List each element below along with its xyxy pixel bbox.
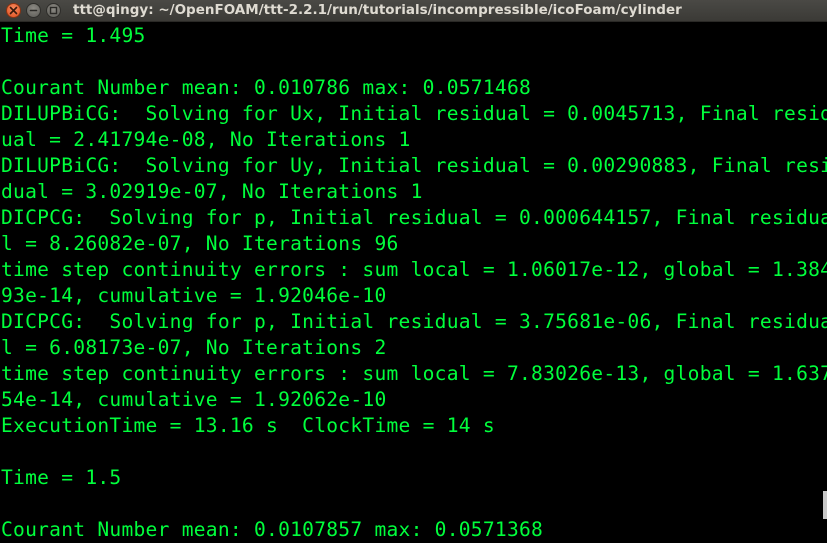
terminal-output[interactable]: Time = 1.495 Courant Number mean: 0.01078… <box>0 23 827 543</box>
terminal-line: DILUPBiCG: Solving for Uy, Initial resid… <box>1 154 827 177</box>
terminal-window: ttt@qingy: ~/OpenFOAM/ttt-2.2.1/run/tuto… <box>0 0 827 543</box>
maximize-icon <box>49 6 58 15</box>
terminal-line: l = 8.26082e-07, No Iterations 96 <box>1 232 399 255</box>
terminal-line: DILUPBiCG: Solving for Ux, Initial resid… <box>1 102 827 125</box>
terminal-line: ual = 2.41794e-08, No Iterations 1 <box>1 128 411 151</box>
close-button[interactable] <box>6 3 21 18</box>
terminal-line: DICPCG: Solving for p, Initial residual … <box>1 206 827 229</box>
terminal-line: 93e-14, cumulative = 1.92046e-10 <box>1 284 387 307</box>
terminal-line: time step continuity errors : sum local … <box>1 258 827 281</box>
terminal-line: Time = 1.5 <box>1 466 122 489</box>
terminal-line: time step continuity errors : sum local … <box>1 362 827 385</box>
terminal-line: Courant Number mean: 0.010786 max: 0.057… <box>1 76 532 99</box>
terminal-line: 54e-14, cumulative = 1.92062e-10 <box>1 388 387 411</box>
title-bar[interactable]: ttt@qingy: ~/OpenFOAM/ttt-2.2.1/run/tuto… <box>0 0 827 22</box>
scrollbar-thumb[interactable] <box>823 491 827 519</box>
terminal-line: Time = 1.495 <box>1 24 146 47</box>
terminal-line: ExecutionTime = 13.16 s ClockTime = 14 s <box>1 414 495 437</box>
minimize-button[interactable] <box>26 3 41 18</box>
terminal-line: l = 6.08173e-07, No Iterations 2 <box>1 336 387 359</box>
terminal-line: Courant Number mean: 0.0107857 max: 0.05… <box>1 518 544 541</box>
terminal-line: DICPCG: Solving for p, Initial residual … <box>1 310 827 333</box>
terminal-line: dual = 3.02919e-07, No Iterations 1 <box>1 180 423 203</box>
maximize-button[interactable] <box>46 3 61 18</box>
close-icon <box>9 6 18 15</box>
window-title: ttt@qingy: ~/OpenFOAM/ttt-2.2.1/run/tuto… <box>73 2 682 18</box>
minimize-icon <box>29 9 38 12</box>
